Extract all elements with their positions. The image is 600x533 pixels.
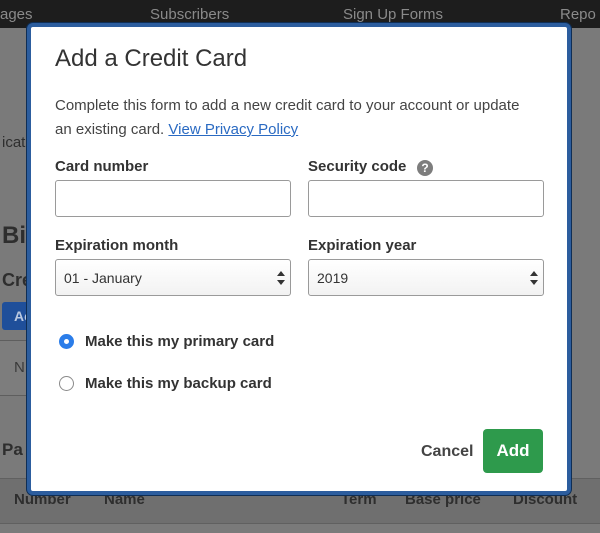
modal-title: Add a Credit Card [55, 45, 248, 72]
select-arrows-icon [277, 271, 285, 285]
add-credit-card-modal: Add a Credit Card Complete this form to … [27, 23, 571, 495]
security-code-label: Security code [308, 158, 407, 175]
select-arrows-icon [530, 271, 538, 285]
expiration-month-value: 01 - January [64, 270, 142, 286]
bg-card-box-text: N [14, 359, 25, 376]
bg-heading-fragment: Bi [2, 222, 26, 249]
primary-card-radio[interactable] [59, 334, 74, 349]
bg-section-fragment: Pa [2, 440, 23, 459]
nav-item-pages[interactable]: ages [0, 6, 33, 23]
expiration-month-select[interactable]: 01 - January [55, 259, 291, 296]
nav-item-reports[interactable]: Repo [560, 6, 596, 23]
bg-add-button[interactable]: Ac [2, 302, 32, 330]
primary-card-label: Make this my primary card [85, 333, 275, 350]
expiration-year-label: Expiration year [308, 237, 417, 254]
expiration-year-select[interactable]: 2019 [308, 259, 544, 296]
expiration-month-label: Expiration month [55, 237, 179, 254]
modal-description: Complete this form to add a new credit c… [55, 94, 525, 142]
card-number-input[interactable] [55, 180, 291, 217]
nav-item-signup-forms[interactable]: Sign Up Forms [343, 6, 443, 23]
nav-item-subscribers[interactable]: Subscribers [150, 6, 229, 23]
privacy-policy-link[interactable]: View Privacy Policy [168, 121, 298, 138]
security-code-input[interactable] [308, 180, 544, 217]
expiration-year-value: 2019 [317, 270, 349, 286]
add-button-label: Add [496, 441, 530, 460]
add-button[interactable]: Add [483, 429, 543, 473]
cancel-button[interactable]: Cancel [421, 443, 473, 461]
primary-card-option[interactable]: Make this my primary card [59, 333, 274, 350]
card-number-label: Card number [55, 158, 149, 175]
help-icon[interactable]: ? [417, 160, 433, 176]
bg-text-fragment: icat [2, 134, 26, 151]
backup-card-label: Make this my backup card [85, 375, 272, 392]
backup-card-option[interactable]: Make this my backup card [59, 375, 272, 392]
backup-card-radio[interactable] [59, 376, 74, 391]
